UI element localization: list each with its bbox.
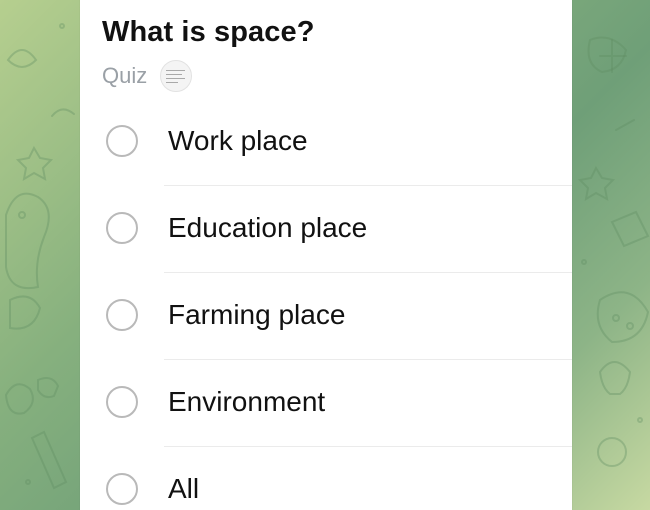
poll-option[interactable]: Farming place bbox=[80, 273, 572, 360]
blob-doodle bbox=[9, 295, 42, 330]
pizza-doodle bbox=[596, 291, 650, 344]
shell-doodle bbox=[4, 383, 34, 415]
poll-question: What is space? bbox=[102, 16, 315, 48]
radio-button[interactable] bbox=[106, 473, 138, 505]
poll-option[interactable]: Education place bbox=[80, 186, 572, 273]
poll-option[interactable]: Work place bbox=[80, 99, 572, 186]
star-doodle bbox=[15, 145, 54, 181]
poll-option-label: All bbox=[168, 473, 200, 504]
radio-button[interactable] bbox=[106, 299, 138, 331]
fish-doodle bbox=[37, 377, 60, 399]
dino-doodle bbox=[5, 192, 50, 289]
poll-option-label: Education place bbox=[168, 212, 368, 243]
radio-button[interactable] bbox=[106, 386, 138, 418]
ball-doodle bbox=[597, 437, 627, 467]
radio-button[interactable] bbox=[106, 212, 138, 244]
quiz-poll-card: What is space? Quiz Work place Education… bbox=[80, 0, 572, 510]
poll-option-label: Farming place bbox=[168, 299, 346, 330]
poll-option-label: Work place bbox=[168, 125, 308, 156]
leaf-doodle bbox=[6, 49, 38, 68]
voter-avatar-icon[interactable] bbox=[160, 60, 193, 92]
poll-type-row: Quiz bbox=[102, 60, 193, 92]
bottle-doodle bbox=[30, 430, 68, 490]
star-doodle-2 bbox=[577, 165, 616, 201]
radio-button[interactable] bbox=[106, 125, 138, 157]
bulb-doodle bbox=[598, 361, 632, 395]
poll-option-label: Environment bbox=[168, 386, 326, 417]
poll-option[interactable]: All bbox=[80, 447, 572, 510]
poll-option[interactable]: Environment bbox=[80, 360, 572, 447]
poll-type-label: Quiz bbox=[102, 63, 148, 88]
globe-doodle bbox=[587, 36, 628, 74]
gift-doodle bbox=[610, 210, 650, 248]
